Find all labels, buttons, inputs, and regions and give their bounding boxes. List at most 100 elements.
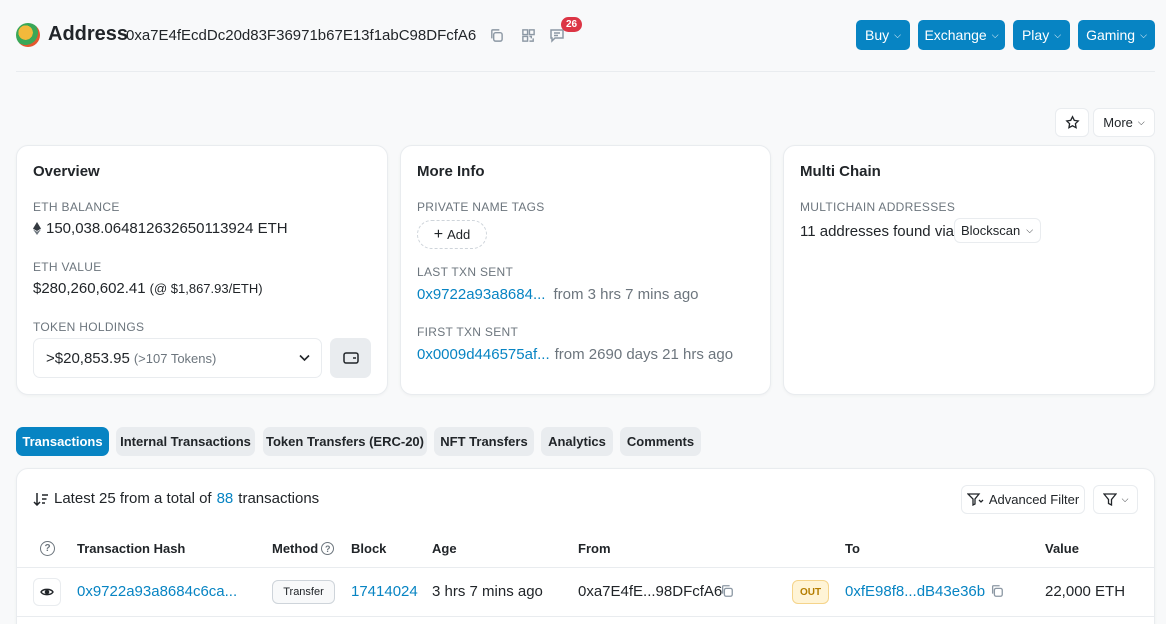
token-holdings-summary: >$20,853.95 (>107 Tokens) [46,350,216,367]
chevron-down-icon: ⌵ [894,29,901,40]
address-avatar [16,23,40,47]
multichain-addresses-label: MULTICHAIN ADDRESSES [800,200,956,214]
token-holdings-label: TOKEN HOLDINGS [33,320,145,334]
last-txn-sent-label: LAST TXN SENT [417,265,514,279]
eth-price: (@ $1,867.93/ETH) [149,281,263,296]
token-holdings-dropdown[interactable]: >$20,853.95 (>107 Tokens) [33,338,322,378]
wallet-button[interactable] [330,338,371,378]
exchange-button-label: Exchange [924,27,987,43]
txn-total-link[interactable]: 88 [217,490,234,507]
copy-icon[interactable] [990,584,1004,603]
address-hash: 0xa7E4fEcdDc20d83F36971b67E13f1abC98DFcf… [126,27,477,44]
info-icon[interactable]: ? [321,542,335,555]
play-button-label: Play [1021,27,1050,43]
to-address-link[interactable]: 0xfE98f8...dB43e36b [845,583,985,600]
col-age[interactable]: Age [432,541,457,556]
chevron-down-icon: ⌵ [1026,225,1034,235]
col-method-label: Method [272,541,319,556]
col-to: To [845,541,860,556]
first-txn-age: from 2690 days 21 hrs ago [554,346,734,363]
exchange-button[interactable]: Exchange ⌵ [918,20,1005,50]
favorite-button[interactable] [1055,108,1089,137]
last-txn-sent: 0x9722a93a8684... from 3 hrs 7 mins ago [417,286,699,303]
wallet-icon [342,352,359,364]
col-value: Value [1045,541,1079,556]
block-link[interactable]: 17414024 [351,583,418,600]
eth-value-label: ETH VALUE [33,260,102,274]
filter-icon [966,493,984,506]
last-txn-age: from 3 hrs 7 mins ago [553,286,699,303]
method-badge: Transfer [272,580,335,604]
qr-code-icon[interactable] [519,26,537,44]
chevron-down-icon: ⌵ [1137,117,1145,127]
copy-icon[interactable] [720,584,734,603]
help-icon[interactable]: ? [40,541,55,556]
add-tag-button[interactable]: + Add [417,220,487,249]
comments-count-badge: 26 [561,17,582,32]
first-txn-sent-label: FIRST TXN SENT [417,325,519,339]
txn-summary-suffix: transactions [238,490,320,507]
blockscan-dropdown[interactable]: Blockscan ⌵ [954,218,1041,243]
eth-balance-label: ETH BALANCE [33,200,120,214]
buy-button[interactable]: Buy ⌵ [856,20,910,50]
txn-summary: Latest 25 from a total of 88 transaction… [33,490,319,507]
sort-icon [33,492,48,506]
ethereum-icon [33,222,41,235]
first-txn-sent: 0x0009d446575af... from 2690 days 21 hrs… [417,346,733,363]
txn-hash-link[interactable]: 0x9722a93a8684c6ca... [77,583,237,600]
eth-balance: 150,038.064812632650113924 ETH [33,220,288,237]
col-block: Block [351,541,387,556]
chevron-down-icon: ⌵ [1121,494,1129,504]
overview-title: Overview [33,163,100,180]
advanced-filter-label: Advanced Filter [988,492,1080,507]
advanced-filter-button[interactable]: Advanced Filter [961,485,1085,514]
add-tag-label: Add [447,227,471,242]
funnel-icon [1102,493,1117,506]
tab-nft-transfers[interactable]: NFT Transfers [434,427,534,456]
page-title: Address [48,23,129,45]
tab-comments[interactable]: Comments [620,427,701,456]
col-transaction-hash: Transaction Hash [77,541,186,556]
more-dropdown-button[interactable]: More ⌵ [1093,108,1155,137]
header-divider [16,71,1155,72]
multichain-found-text: 11 addresses found via [800,223,954,240]
eth-value-amount: $280,260,602.41 [33,280,146,297]
txn-value: 22,000 ETH [1045,583,1126,600]
gaming-button-label: Gaming [1086,27,1136,43]
txn-age: 3 hrs 7 mins ago [432,583,543,600]
eth-balance-value: 150,038.064812632650113924 ETH [46,220,288,237]
chevron-down-icon [299,354,310,362]
tab-internal-transactions[interactable]: Internal Transactions [116,427,255,456]
token-value: >$20,853.95 [46,350,130,367]
col-method: Method ? [272,541,335,556]
token-count: (>107 Tokens) [133,351,217,366]
col-from: From [578,541,611,556]
chevron-down-icon: ⌵ [1054,29,1062,40]
blockscan-label: Blockscan [961,223,1021,238]
table-header-divider [17,567,1154,568]
copy-icon[interactable] [487,26,505,44]
play-button[interactable]: Play ⌵ [1013,20,1070,50]
plus-icon: + [433,225,444,243]
multi-chain-title: Multi Chain [800,163,881,180]
chevron-down-icon: ⌵ [991,29,999,40]
direction-out-badge: OUT [792,580,829,604]
txn-summary-prefix: Latest 25 from a total of [54,490,212,507]
tab-token-transfers[interactable]: Token Transfers (ERC-20) [263,427,427,456]
first-txn-hash-link[interactable]: 0x0009d446575af... [417,346,550,363]
star-icon [1064,115,1080,129]
more-info-title: More Info [417,163,485,180]
last-txn-hash-link[interactable]: 0x9722a93a8684... [417,286,545,303]
from-address: 0xa7E4fE...98DFcfA6 [578,583,723,600]
chevron-down-icon: ⌵ [1140,29,1147,40]
more-label: More [1103,115,1133,130]
tab-transactions[interactable]: Transactions [16,427,109,456]
eth-value: $280,260,602.41 (@ $1,867.93/ETH) [33,280,263,297]
gaming-button[interactable]: Gaming ⌵ [1078,20,1155,50]
multi-chain-card [783,145,1155,395]
table-row-divider [17,616,1154,617]
tab-analytics[interactable]: Analytics [541,427,613,456]
filter-dropdown-button[interactable]: ⌵ [1093,485,1138,514]
view-details-button[interactable] [33,578,61,606]
eye-icon [40,588,54,596]
